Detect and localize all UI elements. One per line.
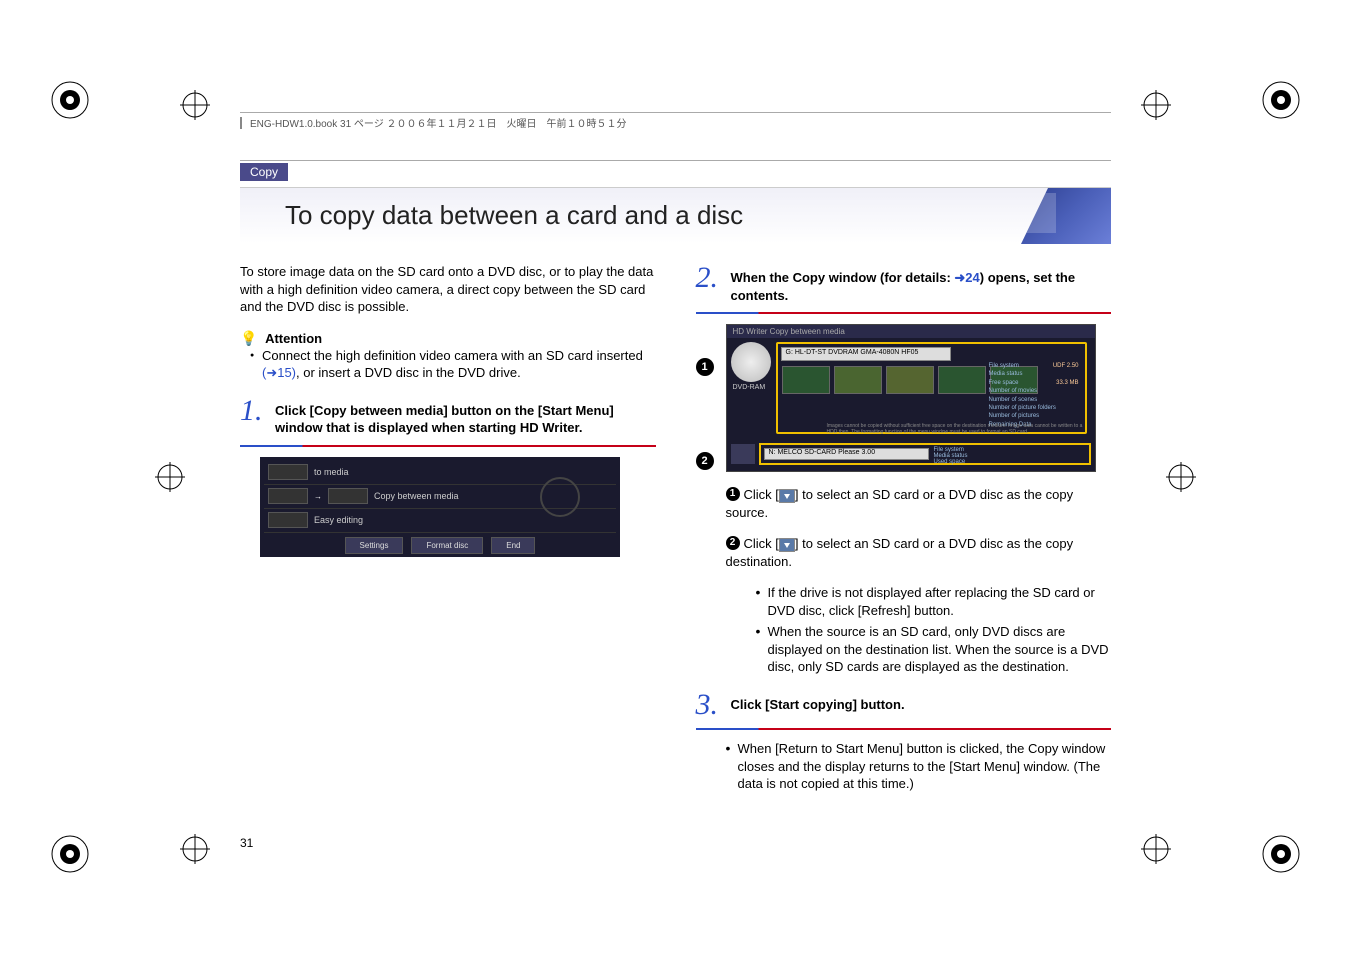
crop-mark-icon — [1256, 75, 1306, 125]
dropdown-icon — [779, 538, 795, 552]
step-1: 1. Click [Copy between media] button on … — [240, 396, 656, 437]
jog-wheel-icon — [540, 477, 580, 517]
section-tab: Copy — [240, 163, 288, 181]
copy-window-screenshot: HD Writer Copy between media DVD-RAM G: … — [726, 324, 1096, 472]
registration-mark-icon — [155, 462, 185, 492]
step3-note: When [Return to Start Menu] button is cl… — [726, 740, 1112, 793]
step-text: Click [Start copying] button. — [731, 690, 1112, 720]
page-title-bar: To copy data between a card and a disc — [240, 187, 1111, 243]
step-divider — [696, 728, 1112, 730]
page-meta: ENG-HDW1.0.book 31 ページ ２００６年１１月２１日 火曜日 午… — [240, 115, 1111, 130]
registration-mark-icon — [180, 834, 210, 864]
step-3: 3. Click [Start copying] button. — [696, 690, 1112, 720]
media-info: File system UDF 2.50 Media status Free s… — [989, 362, 1079, 429]
end-button: End — [491, 537, 535, 554]
step-divider — [240, 445, 656, 447]
registration-mark-icon — [1141, 834, 1171, 864]
registration-mark-icon — [1166, 462, 1196, 492]
step-text: When the Copy window (for details: ➜24) … — [731, 263, 1112, 304]
attention-item: Connect the high definition video camera… — [250, 347, 656, 382]
note-item: If the drive is not displayed after repl… — [756, 584, 1112, 619]
source-drive-dropdown: G: HL-DT-ST DVDRAM GMA-4080N HF05 — [781, 347, 951, 361]
callout-2-text: 2Click [] to select an SD card or a DVD … — [726, 535, 1112, 570]
registration-mark-icon — [180, 90, 210, 120]
crop-mark-icon — [45, 75, 95, 125]
dropdown-icon — [779, 489, 795, 503]
step-2: 2. When the Copy window (for details: ➜2… — [696, 263, 1112, 304]
settings-button: Settings — [345, 537, 404, 554]
thumbnail — [834, 366, 882, 394]
title-decoration — [1021, 188, 1111, 244]
step-number: 1. — [240, 396, 265, 437]
format-disc-button: Format disc — [411, 537, 483, 554]
page-title: To copy data between a card and a disc — [285, 200, 1111, 231]
page-number: 31 — [240, 836, 253, 850]
crop-mark-icon — [1256, 829, 1306, 879]
step-number: 2. — [696, 263, 721, 304]
callout-1-text: 1Click [] to select an SD card or a DVD … — [726, 486, 1112, 521]
note-item: When the source is an SD card, only DVD … — [756, 623, 1112, 676]
attention-label: Attention — [265, 331, 322, 346]
book-info-text: ENG-HDW1.0.book 31 ページ ２００６年１１月２１日 火曜日 午… — [250, 115, 627, 130]
attention-icon: 💡 — [240, 330, 257, 346]
attention-block: 💡 Attention Connect the high definition … — [240, 330, 656, 382]
callout-badge: 2 — [726, 536, 740, 550]
dest-info: File system Media status Used space — [932, 445, 1089, 463]
thumbnail — [938, 366, 986, 394]
thumbnail — [886, 366, 934, 394]
page-link[interactable]: (➜15) — [262, 365, 296, 380]
sd-icon — [731, 444, 755, 464]
intro-paragraph: To store image data on the SD card onto … — [240, 263, 656, 316]
start-menu-screenshot: to media →Copy between media Easy editin… — [260, 457, 620, 557]
step-text: Click [Copy between media] button on the… — [275, 396, 656, 437]
callout-marker-1: 1 — [696, 358, 714, 376]
thumbnail — [782, 366, 830, 394]
dvd-icon — [731, 342, 771, 382]
registration-mark-icon — [1141, 90, 1171, 120]
page-link[interactable]: ➜24 — [954, 270, 979, 285]
dest-drive-dropdown: N: MELCO SD-CARD Please 3.00 — [764, 448, 929, 460]
step-divider — [696, 312, 1112, 314]
step-number: 3. — [696, 690, 721, 720]
callout-marker-2: 2 — [696, 452, 714, 470]
callout-badge: 1 — [726, 487, 740, 501]
crop-mark-icon — [45, 829, 95, 879]
